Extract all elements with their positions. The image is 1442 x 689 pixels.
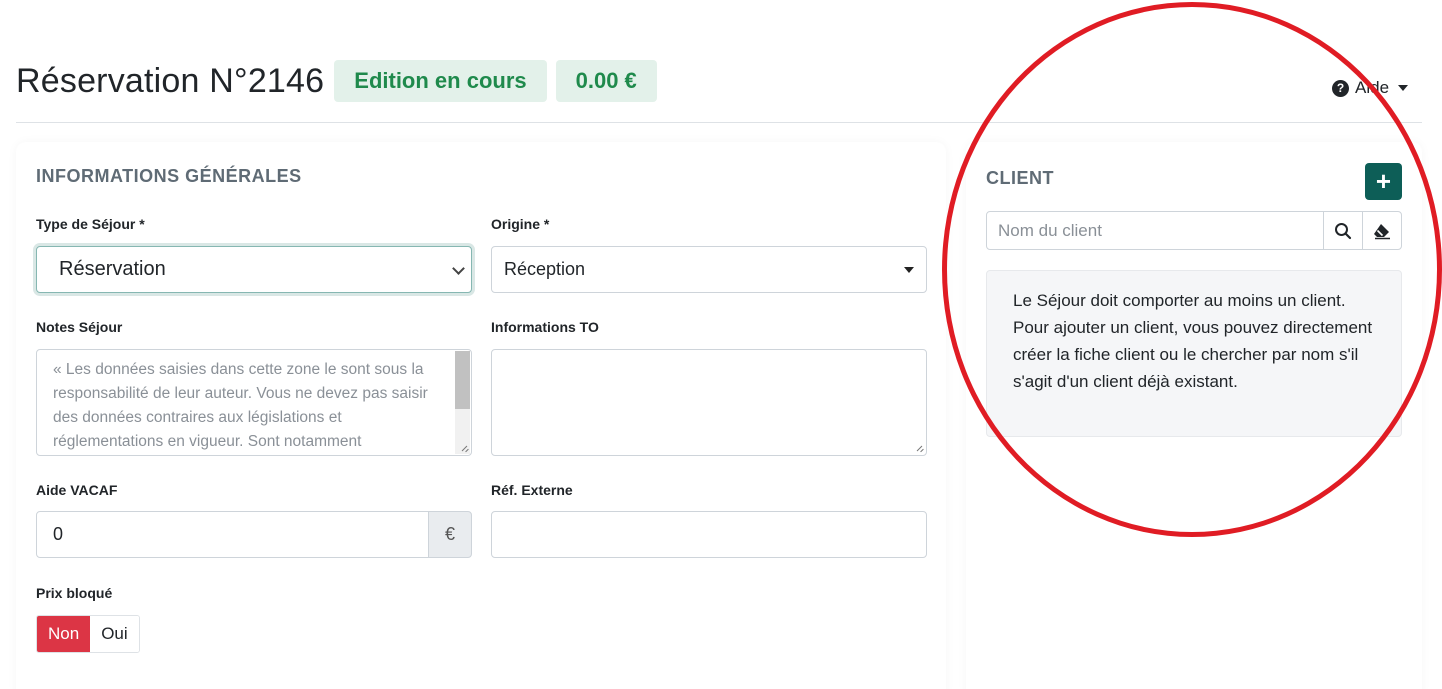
chevron-down-icon xyxy=(452,262,465,275)
origine-select[interactable]: Réception xyxy=(491,246,927,293)
caret-down-icon xyxy=(904,267,914,273)
client-info-message: Le Séjour doit comporter au moins un cli… xyxy=(986,270,1402,437)
client-search-group: Nom du client xyxy=(986,211,1402,250)
header-divider xyxy=(16,122,1422,123)
question-circle-icon: ? xyxy=(1332,79,1349,97)
ref-externe-input[interactable] xyxy=(491,511,927,558)
notes-sejour-placeholder: « Les données saisies dans cette zone le… xyxy=(53,361,428,450)
aide-vacaf-value: 0 xyxy=(53,524,64,544)
page-title: Réservation N°2146 xyxy=(16,61,325,100)
price-badge: 0.00 € xyxy=(555,60,657,102)
client-search-input[interactable]: Nom du client xyxy=(987,212,1323,249)
informations-to-label: Informations TO xyxy=(491,319,599,335)
scrollbar-thumb[interactable] xyxy=(455,351,470,409)
client-title: CLIENT xyxy=(986,168,1054,188)
type-sejour-select[interactable]: Réservation xyxy=(36,246,472,293)
resize-handle-icon[interactable] xyxy=(459,443,469,453)
search-icon xyxy=(1335,222,1352,239)
add-client-button[interactable]: + xyxy=(1365,163,1402,200)
aide-vacaf-input[interactable]: 0 xyxy=(36,511,429,558)
eraser-icon xyxy=(1374,223,1390,239)
notes-sejour-label: Notes Séjour xyxy=(36,319,123,335)
type-sejour-value: Réservation xyxy=(59,258,166,280)
search-button[interactable] xyxy=(1323,212,1362,249)
prix-bloque-non[interactable]: Non xyxy=(37,616,91,652)
prix-bloque-oui[interactable]: Oui xyxy=(90,616,139,652)
euro-addon: € xyxy=(428,511,472,558)
resize-handle-icon[interactable] xyxy=(914,443,924,453)
help-dropdown[interactable]: ? Aide xyxy=(1332,78,1409,98)
origine-label: Origine * xyxy=(491,216,550,232)
type-sejour-label: Type de Séjour * xyxy=(36,216,145,232)
ref-externe-label: Réf. Externe xyxy=(491,482,573,498)
origine-value: Réception xyxy=(504,259,586,279)
page-header: Réservation N°2146 Edition en cours 0.00… xyxy=(16,60,666,102)
informations-to-textarea[interactable] xyxy=(491,349,927,456)
status-badge: Edition en cours xyxy=(334,60,547,102)
aide-vacaf-label: Aide VACAF xyxy=(36,482,118,498)
prix-bloque-toggle[interactable]: Non Oui xyxy=(36,615,140,653)
clear-search-button[interactable] xyxy=(1362,212,1401,249)
notes-sejour-textarea[interactable]: « Les données saisies dans cette zone le… xyxy=(36,349,472,456)
prix-bloque-label: Prix bloqué xyxy=(36,585,113,601)
help-label: Aide xyxy=(1355,78,1390,97)
general-info-title: INFORMATIONS GÉNÉRALES xyxy=(36,166,302,186)
caret-down-icon xyxy=(1398,85,1409,91)
